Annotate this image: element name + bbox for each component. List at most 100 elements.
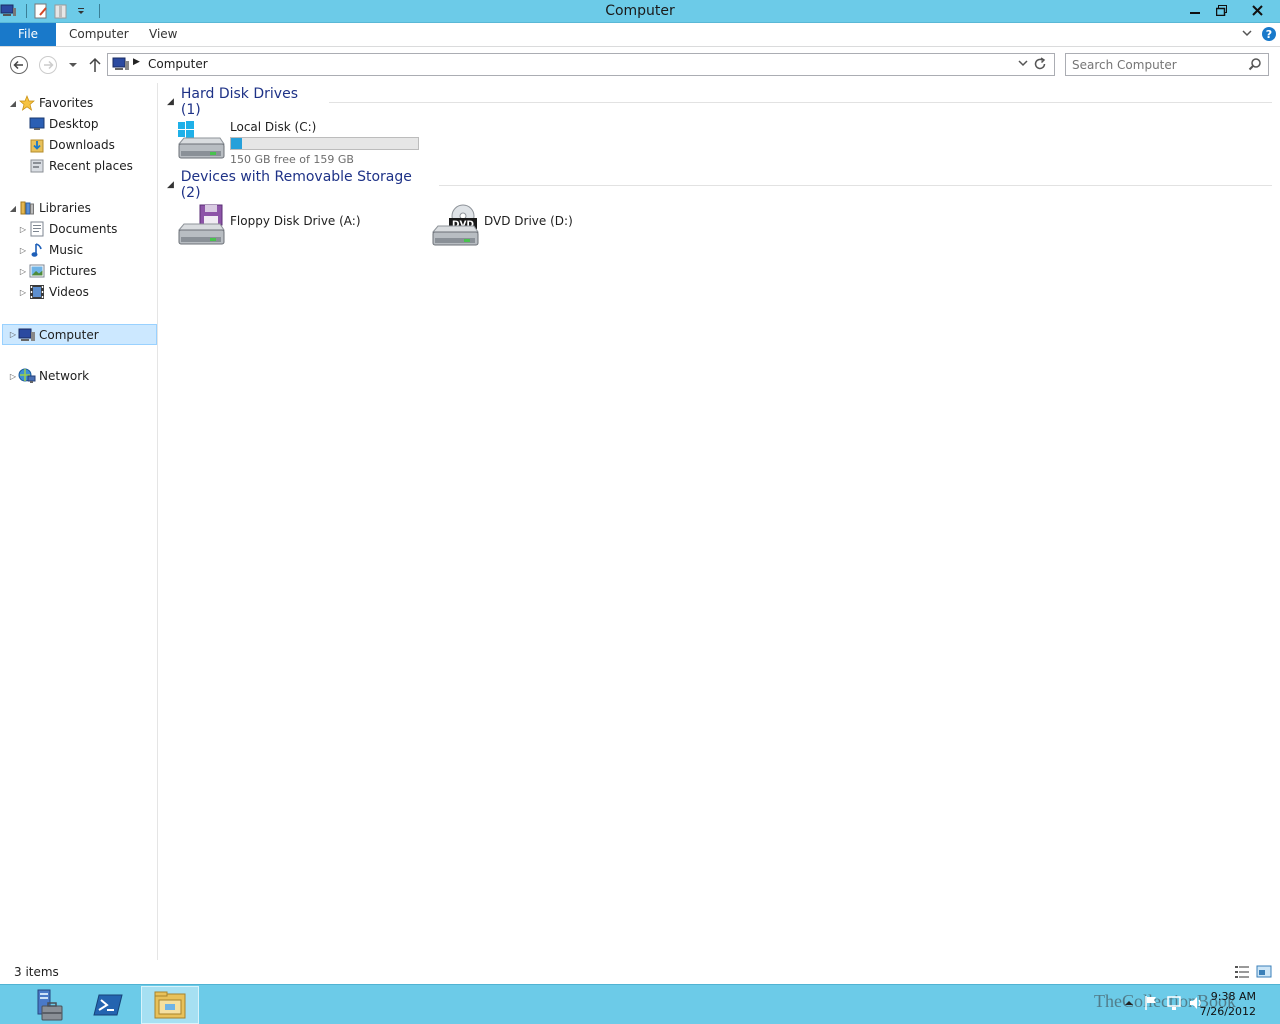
group-removable-storage[interactable]: ◢ Devices with Removable Storage (2) [167,169,1272,201]
up-button[interactable] [85,55,105,75]
collapse-group-icon[interactable]: ◢ [167,180,181,190]
nav-item-downloads[interactable]: Downloads [28,135,115,155]
file-explorer-button[interactable] [141,986,199,1024]
powershell-icon [93,994,123,1016]
nav-favorites[interactable]: ◢ Favorites [8,93,93,113]
drive-local-disk-c[interactable]: Local Disk (C:) 150 GB free of 159 GB [176,120,419,166]
large-icons-view-icon[interactable] [1256,964,1272,980]
help-icon[interactable]: ? [1261,26,1277,45]
network-icon [18,368,36,384]
drive-name: DVD Drive (D:) [484,214,573,228]
drive-usage-fill [231,138,242,149]
expand-icon[interactable]: ▷ [8,372,18,381]
svg-text:?: ? [1266,28,1272,41]
back-button[interactable] [9,55,29,75]
nav-item-documents[interactable]: ▷ Documents [18,219,117,239]
star-icon [18,95,36,111]
file-explorer-icon [154,991,186,1019]
server-manager-button[interactable] [17,986,75,1024]
group-divider [439,184,1272,186]
pictures-icon [28,263,46,279]
forward-button[interactable] [38,55,58,75]
restore-button[interactable] [1208,0,1234,20]
drive-free-space: 150 GB free of 159 GB [230,153,354,166]
nav-computer-label: Computer [39,327,99,342]
expand-icon[interactable]: ▷ [18,225,28,234]
libraries-icon [18,200,36,216]
breadcrumb-separator-icon[interactable]: ▶ [133,57,140,67]
taskbar: TheCollectionBook 9:38 AM 7/26/2012 [0,984,1280,1024]
minimize-button[interactable] [1182,0,1208,20]
forward-arrow-icon [39,56,57,74]
nav-item-label: Pictures [49,264,97,278]
clock-date: 7/26/2012 [1199,1005,1256,1018]
nav-item-desktop[interactable]: Desktop [28,114,99,134]
nav-item-music[interactable]: ▷ Music [18,240,83,260]
drive-name: Local Disk (C:) [230,120,317,134]
show-hidden-icons-icon[interactable] [1124,997,1134,1011]
search-input[interactable] [1072,56,1242,73]
drive-info: Local Disk (C:) 150 GB free of 159 GB [230,120,419,166]
content-pane: ◢ Hard Disk Drives (1) Local Disk (C:) 1… [159,83,1280,960]
network-tray-icon[interactable] [1166,995,1182,1014]
details-view-icon[interactable] [1234,964,1250,980]
group-header: Devices with Removable Storage (2) [180,169,412,201]
nav-item-label: Documents [49,222,118,236]
collapse-icon[interactable]: ◢ [8,204,18,213]
clock[interactable]: 9:38 AM 7/26/2012 [1200,989,1256,1019]
documents-icon [28,221,46,237]
server-manager-icon [37,989,63,1021]
nav-item-label: Downloads [49,138,115,152]
hard-drive-icon [176,120,226,164]
collapse-icon[interactable]: ◢ [8,99,18,108]
nav-item-label: Videos [49,285,89,299]
tab-view[interactable]: View [149,23,177,46]
videos-icon [28,284,46,300]
nav-item-videos[interactable]: ▷ Videos [18,282,89,302]
address-dropdown-icon[interactable] [1018,58,1028,71]
nav-libraries[interactable]: ◢ Libraries [8,198,91,218]
expand-icon[interactable]: ▷ [18,288,28,297]
restore-icon [1215,4,1227,16]
recent-places-icon [28,158,46,174]
ribbon: File Computer View ? [0,23,1280,47]
tab-file[interactable]: File [0,23,56,46]
drive-info: Floppy Disk Drive (A:) [230,214,361,228]
tab-computer[interactable]: Computer [69,23,129,46]
drive-floppy-a[interactable]: Floppy Disk Drive (A:) [176,204,361,248]
breadcrumb-computer[interactable]: Computer [148,57,208,71]
expand-icon[interactable]: ▷ [8,330,18,339]
nav-favorites-label: Favorites [39,96,94,110]
nav-item-pictures[interactable]: ▷ Pictures [18,261,97,281]
nav-item-recent-places[interactable]: Recent places [28,156,133,176]
nav-libraries-label: Libraries [39,201,91,215]
address-bar[interactable]: ▶ Computer [107,53,1055,76]
navigation-pane: ◢ Favorites Desktop Downloads Recent pla… [0,83,158,960]
drive-usage-bar [230,137,419,150]
expand-icon[interactable]: ▷ [18,246,28,255]
floppy-drive-icon [176,204,226,248]
expand-ribbon-icon[interactable] [1241,27,1253,42]
drive-name: Floppy Disk Drive (A:) [230,214,361,228]
nav-computer[interactable]: ▷ Computer [2,324,157,345]
drive-info: DVD Drive (D:) [484,214,573,228]
system-tray: 9:38 AM 7/26/2012 [1100,985,1280,1024]
nav-network-label: Network [39,369,90,383]
item-count: 3 items [14,965,59,979]
close-icon [1251,4,1263,16]
downloads-folder-icon [28,137,46,153]
search-icon[interactable] [1248,57,1262,74]
window-controls [1182,0,1280,22]
minimize-icon [1190,12,1200,14]
collapse-group-icon[interactable]: ◢ [167,97,181,107]
group-hard-disk-drives[interactable]: ◢ Hard Disk Drives (1) [167,86,1272,118]
refresh-icon[interactable] [1032,56,1048,75]
powershell-button[interactable] [79,986,137,1024]
action-center-flag-icon[interactable] [1144,995,1158,1014]
desktop-icon [28,116,46,132]
nav-network[interactable]: ▷ Network [8,366,89,386]
drive-dvd-d[interactable]: DVD DVD Drive (D:) [430,204,573,248]
recent-locations-button[interactable] [63,55,83,75]
close-button[interactable] [1234,0,1280,20]
expand-icon[interactable]: ▷ [18,267,28,276]
